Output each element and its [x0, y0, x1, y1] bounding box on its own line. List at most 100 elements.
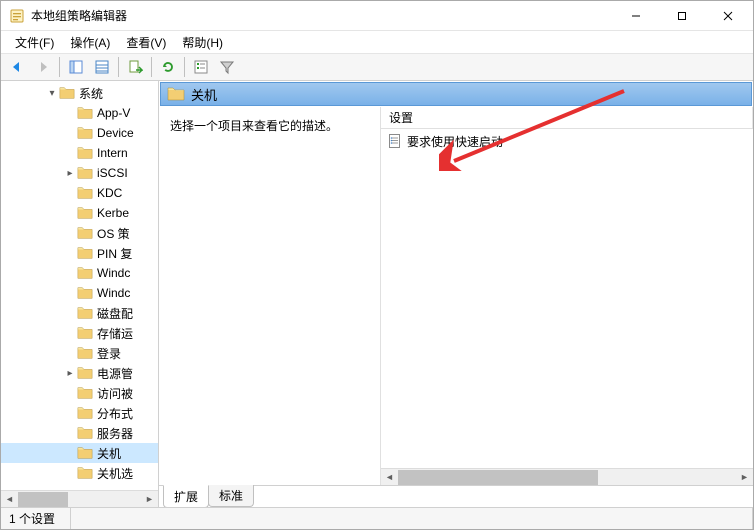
chevron-down-icon[interactable]: ▾ [45, 86, 59, 100]
tree-node-label: OS 策 [97, 225, 130, 242]
tree-node[interactable]: ▸ 分布式 [1, 403, 158, 423]
tab-extended[interactable]: 扩展 [163, 485, 209, 507]
tree-node[interactable]: ▸ Kerbe [1, 203, 158, 223]
scroll-right-icon[interactable]: ► [736, 469, 753, 486]
close-button[interactable] [705, 1, 751, 30]
main-area: ▾ 系统▸ App-V▸ Device▸ Intern▸ iSCSI▸ KD [1, 81, 753, 507]
menu-file[interactable]: 文件(F) [7, 32, 62, 53]
folder-icon [77, 125, 93, 141]
folder-icon [59, 85, 75, 101]
maximize-button[interactable] [659, 1, 705, 30]
description-column: 选择一个项目来查看它的描述。 [160, 107, 380, 485]
list-header[interactable]: 设置 [381, 107, 753, 129]
folder-icon [77, 105, 93, 121]
tree-node-label: Device [97, 126, 134, 140]
list-item[interactable]: 要求使用快速启动 [381, 131, 753, 151]
statusbar: 1 个设置 [1, 507, 753, 529]
tree-node-label: App-V [97, 106, 130, 120]
scroll-left-icon[interactable]: ◄ [1, 491, 18, 508]
tree-node[interactable]: ▸ 关机 [1, 443, 158, 463]
tree-node[interactable]: ▸ App-V [1, 103, 158, 123]
options-button[interactable] [189, 55, 213, 79]
tree-node[interactable]: ▸ KDC [1, 183, 158, 203]
folder-icon [77, 345, 93, 361]
tab-standard[interactable]: 标准 [208, 485, 254, 507]
description-text: 选择一个项目来查看它的描述。 [170, 117, 370, 134]
tree-node-root[interactable]: ▾ 系统 [1, 83, 158, 103]
forward-button[interactable] [31, 55, 55, 79]
column-header-setting[interactable]: 设置 [381, 107, 753, 128]
tree-node-label: 分布式 [97, 405, 133, 422]
tree-node[interactable]: ▸ Device [1, 123, 158, 143]
tree-node-label: 服务器 [97, 425, 133, 442]
tree-node-label: 关机选 [97, 465, 133, 482]
folder-icon [77, 325, 93, 341]
folder-icon [77, 465, 93, 481]
details-button[interactable] [90, 55, 114, 79]
tree-node-label: Intern [97, 146, 128, 160]
tree-node-label: Windc [97, 266, 130, 280]
export-button[interactable] [123, 55, 147, 79]
tree-node[interactable]: ▸ 登录 [1, 343, 158, 363]
tree-node[interactable]: ▸ 存储运 [1, 323, 158, 343]
list-item-label: 要求使用快速启动 [407, 133, 503, 150]
menu-view[interactable]: 查看(V) [118, 32, 174, 53]
tree-node[interactable]: ▸ 关机选 [1, 463, 158, 483]
tree-node-label: 存储运 [97, 325, 133, 342]
tree-node-label: PIN 复 [97, 245, 132, 262]
folder-icon [77, 245, 93, 261]
folder-icon [77, 165, 93, 181]
filter-button[interactable] [215, 55, 239, 79]
show-hide-tree-button[interactable] [64, 55, 88, 79]
tree-node[interactable]: ▸ OS 策 [1, 223, 158, 243]
scroll-left-icon[interactable]: ◄ [381, 469, 398, 486]
menu-action[interactable]: 操作(A) [62, 32, 118, 53]
status-count: 1 个设置 [1, 508, 71, 529]
folder-icon [77, 145, 93, 161]
toolbar-separator [184, 57, 185, 77]
tree-node[interactable]: ▸ 磁盘配 [1, 303, 158, 323]
tree-horizontal-scrollbar[interactable]: ◄ ► [1, 490, 158, 507]
back-button[interactable] [5, 55, 29, 79]
menubar: 文件(F) 操作(A) 查看(V) 帮助(H) [1, 31, 753, 53]
folder-icon [77, 185, 93, 201]
refresh-button[interactable] [156, 55, 180, 79]
tree-panel: ▾ 系统▸ App-V▸ Device▸ Intern▸ iSCSI▸ KD [1, 81, 159, 507]
tree-node-label: 电源管 [97, 365, 133, 382]
tree-node[interactable]: ▸ 访问被 [1, 383, 158, 403]
tree-node-label: KDC [97, 186, 122, 200]
tree[interactable]: ▾ 系统▸ App-V▸ Device▸ Intern▸ iSCSI▸ KD [1, 81, 158, 485]
titlebar: 本地组策略编辑器 [1, 1, 753, 31]
folder-icon [77, 225, 93, 241]
tree-node[interactable]: ▸ iSCSI [1, 163, 158, 183]
content-row: 选择一个项目来查看它的描述。 设置 要求使用快速启动 ◄ [159, 107, 753, 485]
folder-icon [77, 365, 93, 381]
scroll-right-icon[interactable]: ► [141, 491, 158, 508]
folder-icon [77, 265, 93, 281]
window-title: 本地组策略编辑器 [31, 7, 613, 24]
window-controls [613, 1, 751, 30]
tree-node[interactable]: ▸ Intern [1, 143, 158, 163]
tree-node[interactable]: ▸ 电源管 [1, 363, 158, 383]
tree-node-label: 访问被 [97, 385, 133, 402]
folder-icon [77, 205, 93, 221]
tree-node[interactable]: ▸ Windc [1, 283, 158, 303]
list-horizontal-scrollbar[interactable]: ◄ ► [381, 468, 753, 485]
folder-icon [77, 405, 93, 421]
toolbar [1, 53, 753, 81]
tree-node[interactable]: ▸ PIN 复 [1, 243, 158, 263]
tree-node[interactable]: ▸ Windc [1, 263, 158, 283]
folder-header-label: 关机 [191, 85, 217, 104]
toolbar-separator [151, 57, 152, 77]
folder-icon [77, 285, 93, 301]
scrollbar-thumb[interactable] [398, 470, 598, 485]
menu-help[interactable]: 帮助(H) [174, 32, 231, 53]
tree-node[interactable]: ▸ 服务器 [1, 423, 158, 443]
minimize-button[interactable] [613, 1, 659, 30]
settings-list: 设置 要求使用快速启动 ◄ ► [380, 107, 753, 485]
scrollbar-thumb[interactable] [18, 492, 68, 507]
tree-node-label: 登录 [97, 345, 121, 362]
chevron-right-icon[interactable]: ▸ [63, 366, 77, 380]
folder-icon [77, 305, 93, 321]
chevron-right-icon[interactable]: ▸ [63, 166, 77, 180]
